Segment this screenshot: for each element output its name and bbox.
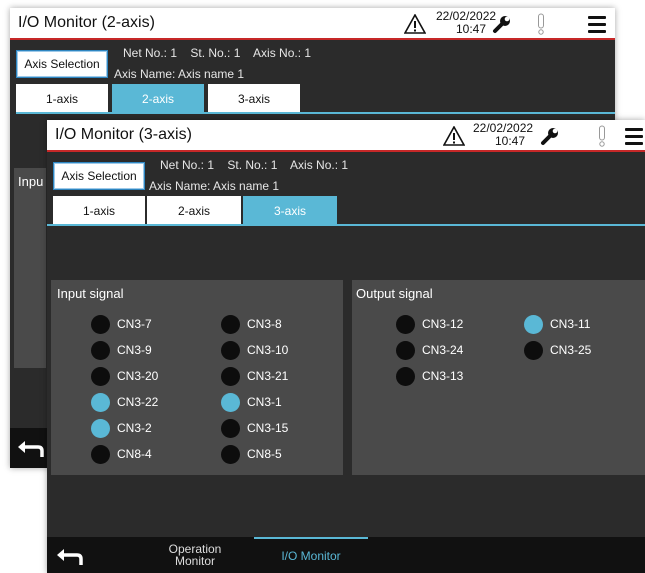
signal-label: CN3-10 (247, 343, 289, 357)
tab-underline (16, 112, 615, 114)
signal-lamp (91, 393, 110, 412)
signal-label: CN8-5 (247, 447, 282, 461)
datetime: 22/02/2022 10:47 (436, 10, 496, 36)
tab-2-axis[interactable]: 2-axis (147, 196, 241, 224)
nav-label-line2: Monitor (174, 554, 215, 568)
bottom-nav: Operation Monitor I/O Monitor (47, 537, 645, 573)
menu-icon[interactable] (625, 128, 643, 145)
back-arrow-icon[interactable] (16, 437, 46, 459)
signal-lamp (91, 367, 110, 386)
net-info: Net No.: 1 St. No.: 1 Axis No.: 1 (160, 158, 349, 172)
tab-underline (47, 224, 645, 226)
signal-lamp (91, 341, 110, 360)
wrench-icon[interactable] (492, 14, 512, 34)
warning-icon[interactable] (443, 126, 465, 146)
nav-io-monitor[interactable]: I/O Monitor (254, 537, 368, 573)
axis-name: Axis Name: Axis name 1 (114, 67, 245, 81)
page-title: I/O Monitor (3-axis) (55, 126, 192, 143)
signal-lamp (91, 445, 110, 464)
signal-lamp (221, 315, 240, 334)
signal-lamp (396, 341, 415, 360)
wrench-icon[interactable] (540, 126, 560, 146)
signal-label: CN3-25 (550, 343, 592, 357)
signal-label: CN3-20 (117, 369, 159, 383)
signal-lamp (396, 367, 415, 386)
signal-lamp (396, 315, 415, 334)
axis-name: Axis Name: Axis name 1 (149, 179, 280, 193)
signal-lamp (221, 419, 240, 438)
signal-lamp (221, 445, 240, 464)
signal-label: CN8-4 (117, 447, 152, 461)
output-signal-panel: Output signal CN3-12 CN3-11 CN3-24 CN3-2… (352, 280, 645, 475)
signal-lamp (524, 341, 543, 360)
signal-label: CN3-24 (422, 343, 464, 357)
signal-lamp (221, 367, 240, 386)
time-text: 10:47 (455, 22, 486, 36)
exclamation-icon[interactable] (597, 125, 607, 147)
signal-lamp (91, 315, 110, 334)
signal-label: CN3-15 (247, 421, 289, 435)
page-title: I/O Monitor (2-axis) (18, 14, 155, 31)
datetime: 22/02/2022 10:47 (473, 122, 533, 148)
tab-1-axis[interactable]: 1-axis (16, 84, 108, 112)
signal-label: CN3-2 (117, 421, 152, 435)
back-arrow-icon[interactable] (55, 545, 85, 567)
nav-operation-monitor[interactable]: Operation Monitor (143, 537, 247, 573)
title-bar: I/O Monitor (2-axis) 22/02/2022 10:47 (10, 8, 615, 40)
signal-label: CN3-21 (247, 369, 289, 383)
panel-title: Input signal (57, 286, 124, 301)
exclamation-icon[interactable] (536, 13, 546, 35)
signal-label: CN3-1 (247, 395, 282, 409)
signal-label: CN3-9 (117, 343, 152, 357)
axis-selection-button[interactable]: Axis Selection (53, 162, 145, 190)
menu-icon[interactable] (588, 16, 606, 33)
signal-label: CN3-7 (117, 317, 152, 331)
signal-lamp (221, 393, 240, 412)
signal-lamp (221, 341, 240, 360)
title-bar: I/O Monitor (3-axis) 22/02/2022 10:47 (47, 120, 645, 152)
net-info: Net No.: 1 St. No.: 1 Axis No.: 1 (123, 46, 312, 60)
panel-title: Inpu (18, 174, 44, 189)
signal-label: CN3-13 (422, 369, 464, 383)
signal-lamp (524, 315, 543, 334)
time-text: 10:47 (494, 134, 525, 148)
io-monitor-3axis-screen: I/O Monitor (3-axis) 22/02/2022 10:47 Ax… (47, 120, 645, 573)
tab-1-axis[interactable]: 1-axis (53, 196, 145, 224)
signal-lamp (91, 419, 110, 438)
input-signal-panel: Input signal CN3-7 CN3-8 CN3-9 CN3-10 CN… (51, 280, 343, 475)
signal-label: CN3-8 (247, 317, 282, 331)
signal-label: CN3-11 (550, 317, 591, 331)
panel-title: Output signal (356, 286, 433, 301)
signal-label: CN3-22 (117, 395, 159, 409)
axis-selection-button[interactable]: Axis Selection (16, 50, 108, 78)
tab-3-axis[interactable]: 3-axis (208, 84, 300, 112)
tab-3-axis[interactable]: 3-axis (243, 196, 337, 224)
tab-2-axis[interactable]: 2-axis (112, 84, 204, 112)
signal-label: CN3-12 (422, 317, 464, 331)
warning-icon[interactable] (404, 14, 426, 34)
input-signal-panel-partial: Inpu (14, 168, 46, 368)
